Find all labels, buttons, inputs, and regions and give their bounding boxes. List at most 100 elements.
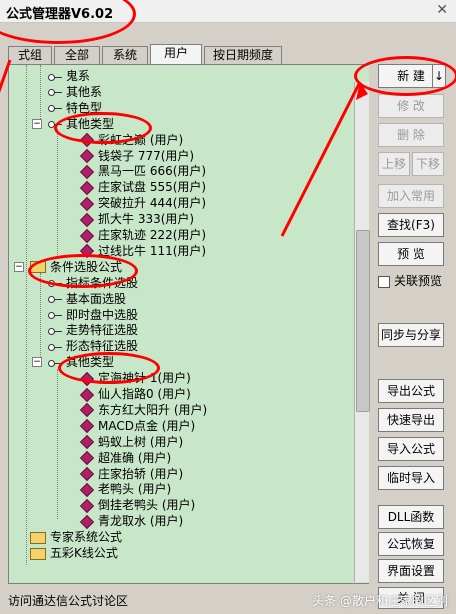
formula-gem-icon [79,514,95,529]
tree-label: 超准确 (用户) [98,450,172,465]
tree-row[interactable]: 庄家试盘 555(用户) [79,179,207,195]
tree-row[interactable]: 专家系统公式 [30,529,122,545]
formula-gem-icon [79,403,95,418]
annotation-ellipse-other-type-1 [54,112,152,144]
formula-gem-icon [79,451,95,466]
tree-row[interactable]: 庄家轨迹 222(用户) [79,227,207,243]
export-formula-button[interactable]: 导出公式 [378,379,444,403]
collapse-toggle-icon[interactable]: − [32,357,42,368]
tab-system[interactable]: 系统 [102,46,148,64]
tree-row[interactable]: 五彩K线公式 [30,545,118,561]
tree-row[interactable]: 超准确 (用户) [79,450,172,466]
link-preview-checkbox[interactable]: 关联预览 [378,272,442,289]
move-up-button[interactable]: 上移 [378,152,410,176]
key-icon [48,343,62,351]
tree-row[interactable]: MACD点金 (用户) [79,418,196,434]
tree-row[interactable]: 仙人指路0 (用户) [79,386,191,402]
tree-label: 其他系 [66,84,103,99]
tree-label: 五彩K线公式 [50,546,118,560]
tree-row[interactable]: 老鸭头 (用户) [79,481,172,497]
formula-gem-icon [79,164,95,179]
tree-label: 突破拉升 444(用户) [98,196,207,211]
formula-restore-button[interactable]: 公式恢复 [378,532,444,556]
tree-label: 过线比牛 111(用户) [98,243,207,258]
key-icon [48,104,62,113]
tree-row[interactable]: 黑马一匹 666(用户) [79,163,206,179]
tree-row[interactable]: 突破拉升 444(用户) [79,195,207,211]
annotation-ellipse-condition-formula [28,254,138,288]
annotation-ellipse-other-type-2 [58,352,160,384]
key-icon [48,88,62,97]
add-common-button[interactable]: 加入常用 [378,184,444,208]
ui-settings-button[interactable]: 界面设置 [378,559,444,583]
tree-row[interactable]: 钱袋子 777(用户) [79,148,195,164]
sync-share-button[interactable]: 同步与分享 [378,323,444,347]
formula-gem-icon [79,419,95,434]
dll-function-button[interactable]: DLL函数 [378,505,444,529]
key-icon [48,73,62,81]
folder-icon [30,531,46,544]
formula-gem-icon [79,482,95,497]
collapse-toggle-icon[interactable]: − [14,261,24,272]
tree-row[interactable]: 抓大牛 333(用户) [79,211,194,227]
tree-label: 走势特征选股 [66,323,139,338]
folder-icon [30,547,46,560]
tree-label: 老鸭头 (用户) [98,482,172,497]
tree-row[interactable]: 东方红大阳升 (用户) [79,402,208,418]
tree-label: 专家系统公式 [50,530,123,545]
tree-row[interactable]: 即时盘中选股 [48,307,138,323]
key-icon [48,311,62,319]
formula-gem-icon [79,180,95,195]
close-icon[interactable]: ✕ [436,2,448,18]
tree-label: MACD点金 (用户) [98,418,196,433]
preview-button[interactable]: 预 览 [378,242,444,266]
key-icon [48,295,62,304]
collapse-toggle-icon[interactable]: − [32,118,42,129]
tree-row[interactable]: 其他系 [48,84,102,100]
annotation-ellipse-new [354,56,456,96]
formula-gem-icon [79,196,95,211]
tree-row[interactable]: 青龙取水 (用户) [79,513,183,529]
modify-button[interactable]: 修 改 [378,94,444,118]
delete-button[interactable]: 删 除 [378,123,444,147]
watermark-text: 头条 @散户和庄家的区别 [312,594,448,608]
temp-import-button[interactable]: 临时导入 [378,466,444,490]
tree-row[interactable]: 鬼系 [48,68,90,84]
tree-label: 基本面选股 [66,291,127,306]
tab-by-date-frequency[interactable]: 按日期频度 [204,46,282,64]
tree-label: 即时盘中选股 [66,307,139,322]
formula-gem-icon [79,228,95,243]
formula-gem-icon [79,498,95,513]
find-button[interactable]: 查找(F3) [378,213,444,237]
formula-gem-icon [79,148,95,164]
checkbox-box[interactable] [378,275,390,288]
tree-label: 庄家轨迹 222(用户) [98,228,207,242]
tree-scrollbar[interactable] [354,82,370,582]
quick-export-button[interactable]: 快速导出 [378,408,444,432]
tab-all[interactable]: 全部 [54,46,100,64]
tab-formula-group[interactable]: 式组 [8,46,52,64]
tree-label: 庄家抬轿 (用户) [98,466,184,481]
annotation-ellipse-title [0,0,136,44]
forum-link[interactable]: 访问通达信公式讨论区 [8,592,128,609]
formula-gem-icon [79,212,95,227]
tree-label: 钱袋子 777(用户) [98,148,195,163]
formula-gem-icon [79,387,95,402]
tab-user[interactable]: 用户 [150,44,202,65]
tree-label: 东方红大阳升 (用户) [98,402,208,417]
tree-label: 鬼系 [66,69,91,83]
formula-gem-icon [79,466,95,482]
tree-row[interactable]: 倒挂老鸭头 (用户) [79,497,195,513]
tree-row[interactable]: 走势特征选股 [48,322,138,338]
tree-label: 庄家试盘 555(用户) [98,180,207,195]
tree-label: 蚂蚁上树 (用户) [98,434,184,449]
key-icon [48,327,62,335]
tree-row[interactable]: 基本面选股 [48,291,126,307]
tree-row[interactable]: 庄家抬轿 (用户) [79,466,184,482]
formula-gem-icon [79,435,95,450]
move-down-button[interactable]: 下移 [412,152,444,176]
tree-row[interactable]: 蚂蚁上树 (用户) [79,434,184,450]
scrollbar-thumb[interactable] [356,230,370,412]
tree-label: 仙人指路0 (用户) [98,387,191,401]
import-formula-button[interactable]: 导入公式 [378,437,444,461]
